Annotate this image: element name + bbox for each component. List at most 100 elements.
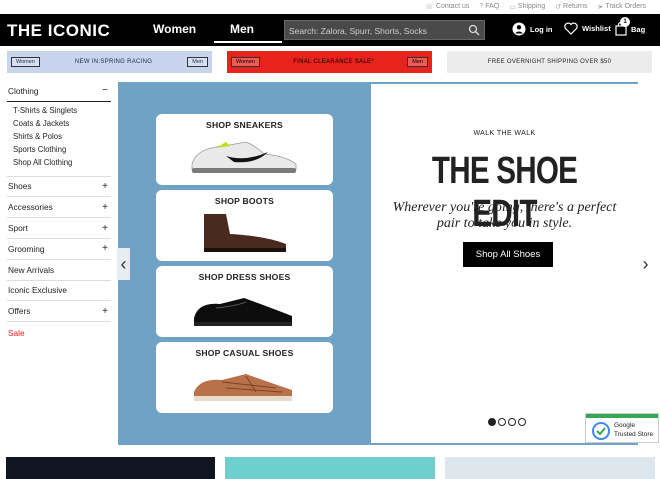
contact-link[interactable]: ☏ Contact us <box>425 3 469 11</box>
carousel-dot[interactable] <box>508 418 516 426</box>
bottom-banner-1[interactable] <box>6 457 215 479</box>
collapse-icon[interactable]: − <box>102 85 108 96</box>
hero-kicker: WALK THE WALK <box>473 130 536 137</box>
sidebar-item-shoes[interactable]: Shoes + <box>7 177 111 198</box>
badge-line1: Google <box>614 422 635 429</box>
login-button[interactable]: Log in <box>512 22 553 36</box>
promo-text: NEW IN:SPRING RACING <box>74 59 153 65</box>
promo-clearance-sale[interactable]: Women FINAL CLEARANCE SALE* Men <box>227 51 432 73</box>
sidebar-item-label: Offers <box>8 306 31 317</box>
expand-icon[interactable]: + <box>102 181 108 192</box>
return-icon: ↺ <box>555 3 562 11</box>
category-sidebar: Clothing − T-Shirts & Singlets Coats & J… <box>7 80 111 343</box>
track-orders-link[interactable]: ➤ Track Orders <box>598 3 646 11</box>
sidebar-subitem[interactable]: Shop All Clothing <box>13 157 111 170</box>
promo-text: FINAL CLEARANCE SALE* <box>293 59 374 65</box>
carousel-dot[interactable] <box>498 418 506 426</box>
casual-shoe-image <box>194 374 292 401</box>
returns-link[interactable]: ↺ Returns <box>555 3 587 11</box>
faq-link[interactable]: ? FAQ <box>479 3 499 10</box>
expand-icon[interactable]: + <box>102 202 108 213</box>
sidebar-item-label: Sale <box>8 327 25 338</box>
nav-women[interactable]: Women <box>153 22 196 36</box>
site-header: THE ICONIC Women Men Log in Wishlist Bag… <box>0 14 660 46</box>
tile-shop-sneakers[interactable]: SHOP SNEAKERS <box>156 114 333 185</box>
bottom-banner-2[interactable] <box>225 457 435 479</box>
promo-men-button[interactable]: Men <box>407 57 428 67</box>
sidebar-item-label: New Arrivals <box>8 264 55 275</box>
utility-bar: ☏ Contact us ? FAQ ▭ Shipping ↺ Returns ➤ Tra… <box>0 0 660 13</box>
chevron-left-icon: ‹ <box>120 253 127 274</box>
promo-text: FREE OVERNIGHT SHIPPING OVER $50 <box>487 59 612 65</box>
badge-line2: Trusted Store <box>614 431 654 438</box>
heart-icon <box>564 22 578 35</box>
sidebar-item-label: Iconic Exclusive <box>8 285 68 296</box>
active-nav-underline <box>214 41 282 43</box>
tile-shop-casual-shoes[interactable]: SHOP CASUAL SHOES <box>156 342 333 413</box>
shoe-edit-panel: WALK THE WALK THE SHOE EDIT Wherever you… <box>371 84 638 443</box>
bag-label: Bag <box>631 24 646 34</box>
sidebar-subitem[interactable]: Shirts & Polos <box>13 131 111 144</box>
chevron-right-icon: › <box>642 253 649 274</box>
promo-free-shipping[interactable]: FREE OVERNIGHT SHIPPING OVER $50 <box>447 51 652 73</box>
truck-icon: ▭ <box>509 3 516 11</box>
search-input[interactable] <box>285 22 465 40</box>
promo-men-button[interactable]: Men <box>187 57 208 67</box>
sidebar-item-accessories[interactable]: Accessories + <box>7 197 111 219</box>
google-trusted-store-badge[interactable]: Google Trusted Store <box>585 413 659 443</box>
sidebar-item-iconic-exclusive[interactable]: Iconic Exclusive <box>7 281 111 302</box>
checkmark-shield-icon <box>592 422 610 440</box>
sidebar-item-sale[interactable]: Sale <box>7 322 111 343</box>
sidebar-item-label: Grooming <box>8 243 45 254</box>
carousel-dot[interactable] <box>488 418 496 426</box>
clothing-subitems: T-Shirts & Singlets Coats & Jackets Shir… <box>7 102 111 177</box>
dress-shoe-image <box>194 298 292 326</box>
expand-icon[interactable]: + <box>102 223 108 234</box>
question-icon: ? <box>479 3 484 10</box>
shipping-link[interactable]: ▭ Shipping <box>509 3 545 11</box>
search-box <box>284 20 485 40</box>
sidebar-item-label: Clothing <box>8 85 39 96</box>
carousel-dot[interactable] <box>518 418 526 426</box>
nav-men[interactable]: Men <box>230 22 254 36</box>
tile-label: SHOP BOOTS <box>214 196 275 206</box>
sidebar-subitem[interactable]: Sports Clothing <box>13 144 111 157</box>
bag-count-badge: 1 <box>620 17 630 27</box>
sidebar-item-offers[interactable]: Offers + <box>7 301 111 323</box>
sidebar-item-label: Accessories <box>8 202 53 213</box>
user-icon <box>512 22 526 36</box>
sidebar-item-clothing[interactable]: Clothing − <box>7 80 111 102</box>
sidebar-item-new-arrivals[interactable]: New Arrivals <box>7 260 111 281</box>
shop-all-shoes-button[interactable]: Shop All Shoes <box>463 242 553 267</box>
promo-women-button[interactable]: Women <box>231 57 260 67</box>
tile-shop-boots[interactable]: SHOP BOOTS <box>156 190 333 261</box>
sidebar-item-sport[interactable]: Sport + <box>7 218 111 239</box>
tile-label: SHOP SNEAKERS <box>206 120 283 130</box>
promo-spring-racing[interactable]: Women NEW IN:SPRING RACING Men <box>7 51 212 73</box>
wishlist-label: Wishlist <box>582 24 611 33</box>
tile-label: SHOP CASUAL SHOES <box>195 348 294 358</box>
bottom-banner-3[interactable] <box>445 457 655 479</box>
sidebar-item-label: Shoes <box>8 181 32 192</box>
hero-subtitle-line2: pair to take you in style. <box>436 216 573 231</box>
sidebar-item-label: Sport <box>8 223 28 234</box>
logo[interactable]: THE ICONIC <box>7 21 110 41</box>
wishlist-button[interactable]: Wishlist <box>564 22 611 35</box>
sidebar-item-grooming[interactable]: Grooming + <box>7 239 111 260</box>
badge-top-bar <box>586 414 658 418</box>
boot-image <box>204 214 286 252</box>
sneaker-image <box>191 141 297 173</box>
login-label: Log in <box>530 24 553 34</box>
sidebar-subitem[interactable]: T-Shirts & Singlets <box>13 105 111 118</box>
tile-shop-dress-shoes[interactable]: SHOP DRESS SHOES <box>156 266 333 337</box>
promo-women-button[interactable]: Women <box>11 57 40 67</box>
hero-subtitle-line1: Wherever you're going, there's a perfect <box>392 200 617 215</box>
expand-icon[interactable]: + <box>102 306 108 317</box>
search-icon[interactable] <box>468 24 480 36</box>
expand-icon[interactable]: + <box>102 243 108 254</box>
tile-label: SHOP DRESS SHOES <box>198 272 291 282</box>
headset-icon: ☏ <box>425 3 434 11</box>
carousel-prev-button[interactable]: ‹ <box>117 248 130 280</box>
sidebar-subitem[interactable]: Coats & Jackets <box>13 118 111 131</box>
carousel-next-button[interactable]: › <box>639 248 652 280</box>
